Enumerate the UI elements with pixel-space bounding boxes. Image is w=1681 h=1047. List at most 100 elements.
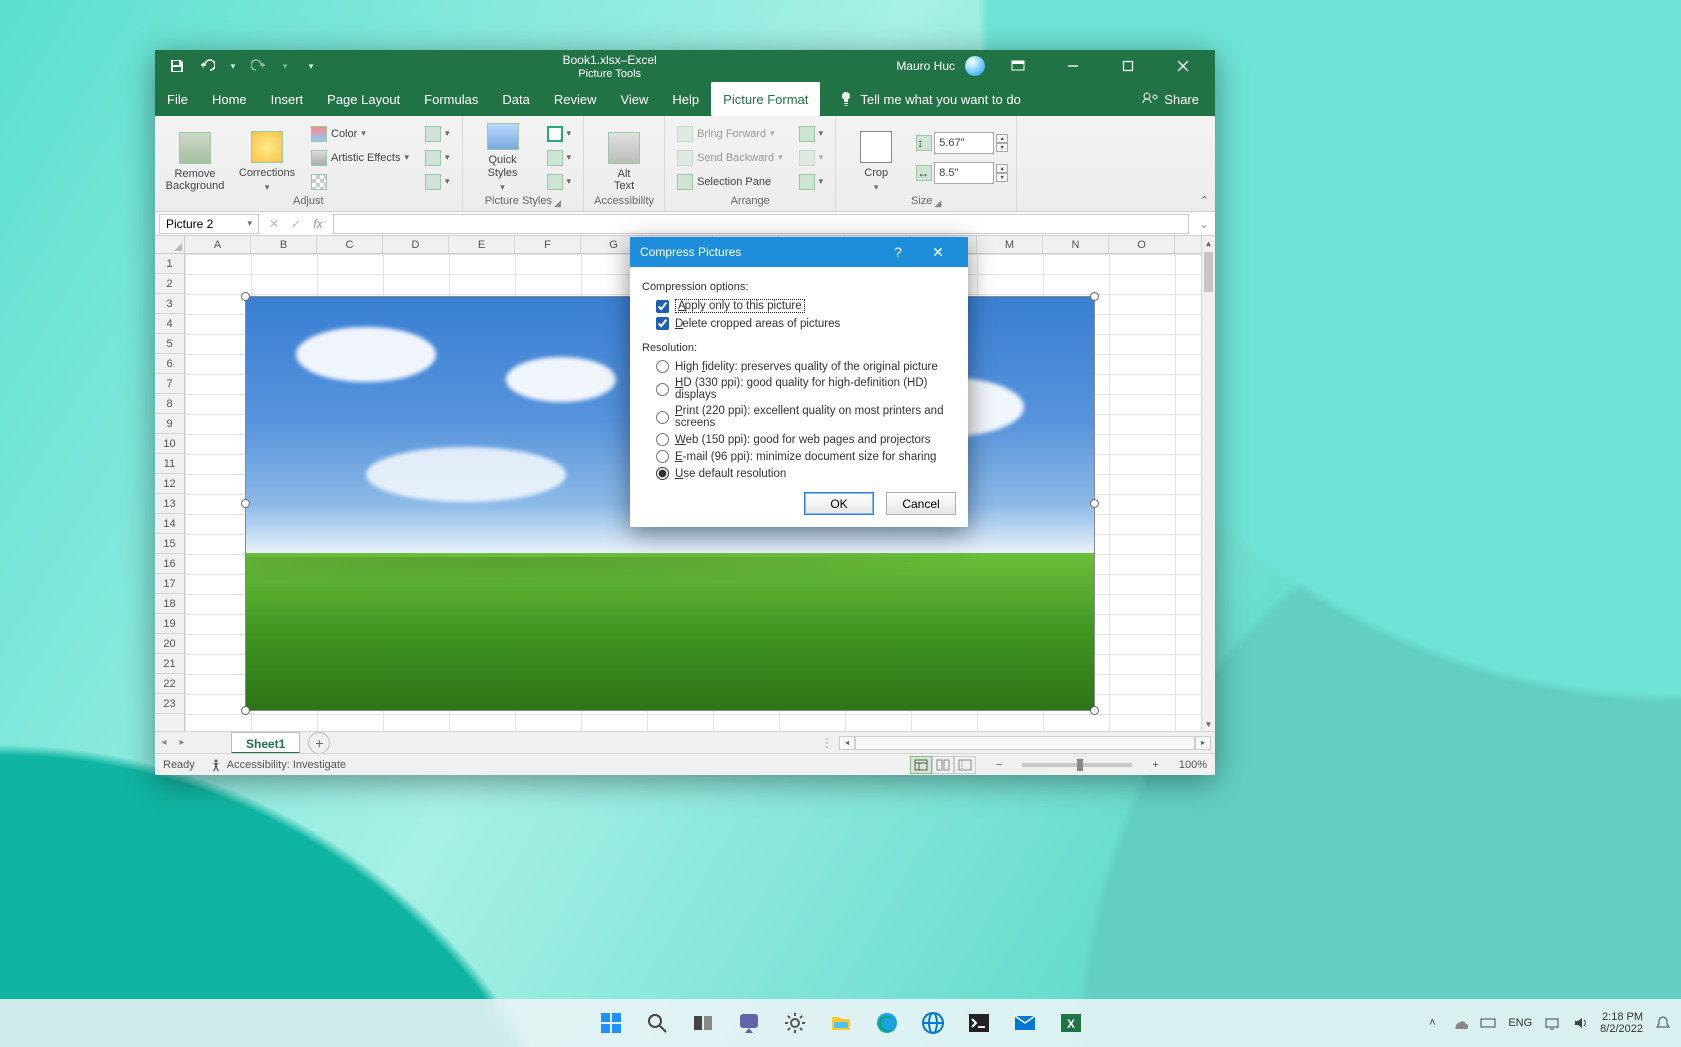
zoom-thumb[interactable] bbox=[1077, 759, 1083, 771]
enter-formula-icon[interactable]: ✓ bbox=[285, 217, 307, 231]
column-header[interactable]: E bbox=[449, 236, 515, 253]
terminal-icon[interactable] bbox=[959, 1003, 999, 1043]
crop-button[interactable]: Crop▾ bbox=[844, 123, 908, 193]
minimize-button[interactable] bbox=[1050, 50, 1095, 82]
zoom-level[interactable]: 100% bbox=[1179, 759, 1207, 771]
row-header[interactable]: 8 bbox=[155, 394, 184, 414]
zoom-in-button[interactable]: + bbox=[1146, 759, 1164, 771]
row-header[interactable]: 3 bbox=[155, 294, 184, 314]
tray-chevron-icon[interactable]: ˄ bbox=[1424, 1015, 1440, 1031]
status-accessibility[interactable]: Accessibility: Investigate bbox=[209, 758, 346, 772]
quick-styles-button[interactable]: Quick Styles▾ bbox=[471, 123, 535, 193]
shape-width-input[interactable]: 8.5" bbox=[934, 162, 994, 184]
user-avatar-icon[interactable] bbox=[965, 56, 985, 76]
settings-icon[interactable] bbox=[775, 1003, 815, 1043]
dialog-help-button[interactable]: ? bbox=[878, 244, 918, 260]
dialog-close-icon[interactable]: ✕ bbox=[918, 244, 958, 261]
redo-icon[interactable] bbox=[251, 58, 267, 74]
row-header[interactable]: 13 bbox=[155, 494, 184, 514]
ok-button[interactable]: OK bbox=[804, 492, 874, 515]
add-sheet-button[interactable]: + bbox=[308, 732, 330, 754]
share-button[interactable]: Share bbox=[1126, 82, 1215, 116]
column-header[interactable]: N bbox=[1043, 236, 1109, 253]
resize-handle-e[interactable] bbox=[1090, 499, 1099, 508]
cancel-formula-icon[interactable]: ✕ bbox=[263, 217, 285, 231]
picture-styles-launcher-icon[interactable]: ◢ bbox=[554, 198, 561, 209]
resolution-high-fidelity-radio[interactable]: High fidelity: preserves quality of the … bbox=[642, 358, 956, 375]
hscroll-right-icon[interactable]: ▸ bbox=[1195, 736, 1211, 750]
split-handle-icon[interactable]: ⋮ bbox=[821, 736, 833, 750]
page-layout-view-button[interactable] bbox=[932, 756, 954, 774]
browser-icon[interactable] bbox=[913, 1003, 953, 1043]
hscroll-left-icon[interactable]: ◂ bbox=[839, 736, 855, 750]
volume-icon[interactable] bbox=[1572, 1015, 1588, 1031]
notifications-icon[interactable] bbox=[1655, 1015, 1671, 1031]
row-header[interactable]: 12 bbox=[155, 474, 184, 494]
picture-layout-button[interactable]: ▾ bbox=[543, 172, 576, 192]
close-button[interactable] bbox=[1160, 50, 1205, 82]
row-header[interactable]: 7 bbox=[155, 374, 184, 394]
tab-page-layout[interactable]: Page Layout bbox=[315, 82, 412, 116]
onedrive-icon[interactable] bbox=[1452, 1015, 1468, 1031]
excel-taskbar-icon[interactable]: X bbox=[1051, 1003, 1091, 1043]
tab-file[interactable]: File bbox=[155, 82, 200, 116]
formula-bar[interactable] bbox=[333, 214, 1189, 234]
rotate-button[interactable]: ▾ bbox=[795, 172, 828, 192]
width-spinner[interactable]: ▴▾ bbox=[996, 164, 1008, 182]
scroll-up-icon[interactable]: ▲ bbox=[1202, 236, 1215, 250]
edge-icon[interactable] bbox=[867, 1003, 907, 1043]
picture-border-button[interactable]: ▾ bbox=[543, 124, 576, 144]
align-button[interactable]: ▾ bbox=[795, 124, 828, 144]
vertical-scrollbar[interactable]: ▲ ▼ bbox=[1201, 236, 1215, 731]
row-header[interactable]: 16 bbox=[155, 554, 184, 574]
column-header[interactable]: M bbox=[977, 236, 1043, 253]
network-icon[interactable] bbox=[1544, 1015, 1560, 1031]
sheet-nav-prev-icon[interactable]: ◂ bbox=[155, 737, 173, 748]
picture-effects-button[interactable]: ▾ bbox=[543, 148, 576, 168]
select-all-corner[interactable] bbox=[155, 236, 185, 254]
resize-handle-sw[interactable] bbox=[241, 706, 250, 715]
row-header[interactable]: 1 bbox=[155, 254, 184, 274]
vscroll-thumb[interactable] bbox=[1204, 252, 1213, 292]
redo-dropdown-icon[interactable]: ▾ bbox=[281, 58, 289, 74]
name-box[interactable]: Picture 2▾ bbox=[159, 214, 259, 234]
color-button[interactable]: Color▾ bbox=[307, 124, 413, 144]
zoom-slider[interactable] bbox=[1022, 763, 1132, 767]
collapse-ribbon-icon[interactable]: ⌃ bbox=[1200, 194, 1209, 207]
start-button[interactable] bbox=[591, 1003, 631, 1043]
row-header[interactable]: 20 bbox=[155, 634, 184, 654]
column-header[interactable]: D bbox=[383, 236, 449, 253]
hscroll-track[interactable] bbox=[855, 736, 1195, 750]
row-header[interactable]: 11 bbox=[155, 454, 184, 474]
scroll-down-icon[interactable]: ▼ bbox=[1202, 717, 1215, 731]
tab-insert[interactable]: Insert bbox=[259, 82, 316, 116]
row-header[interactable]: 17 bbox=[155, 574, 184, 594]
name-box-dropdown-icon[interactable]: ▾ bbox=[247, 218, 252, 229]
user-name[interactable]: Mauro Huc bbox=[896, 59, 955, 73]
tab-data[interactable]: Data bbox=[490, 82, 541, 116]
zoom-out-button[interactable]: − bbox=[990, 759, 1008, 771]
cancel-button[interactable]: Cancel bbox=[886, 492, 956, 515]
apply-only-input[interactable] bbox=[656, 300, 669, 313]
alt-text-button[interactable]: Alt Text bbox=[592, 123, 656, 193]
sheet-nav-next-icon[interactable]: ▸ bbox=[173, 737, 191, 748]
row-header[interactable]: 14 bbox=[155, 514, 184, 534]
tab-help[interactable]: Help bbox=[660, 82, 711, 116]
column-header[interactable]: B bbox=[251, 236, 317, 253]
row-header[interactable]: 15 bbox=[155, 534, 184, 554]
column-header[interactable]: A bbox=[185, 236, 251, 253]
bring-forward-button[interactable]: Bring Forward▾ bbox=[673, 124, 787, 144]
row-header[interactable]: 19 bbox=[155, 614, 184, 634]
selection-pane-button[interactable]: Selection Pane bbox=[673, 172, 787, 192]
resize-handle-ne[interactable] bbox=[1090, 292, 1099, 301]
ribbon-display-options-icon[interactable] bbox=[995, 50, 1040, 82]
row-header[interactable]: 18 bbox=[155, 594, 184, 614]
mail-icon[interactable] bbox=[1005, 1003, 1045, 1043]
file-explorer-icon[interactable] bbox=[821, 1003, 861, 1043]
change-picture-button[interactable]: ▾ bbox=[421, 148, 454, 168]
column-header[interactable]: F bbox=[515, 236, 581, 253]
group-button[interactable]: ▾ bbox=[795, 148, 828, 168]
size-launcher-icon[interactable]: ◢ bbox=[934, 198, 941, 209]
row-header[interactable]: 5 bbox=[155, 334, 184, 354]
column-header[interactable]: C bbox=[317, 236, 383, 253]
